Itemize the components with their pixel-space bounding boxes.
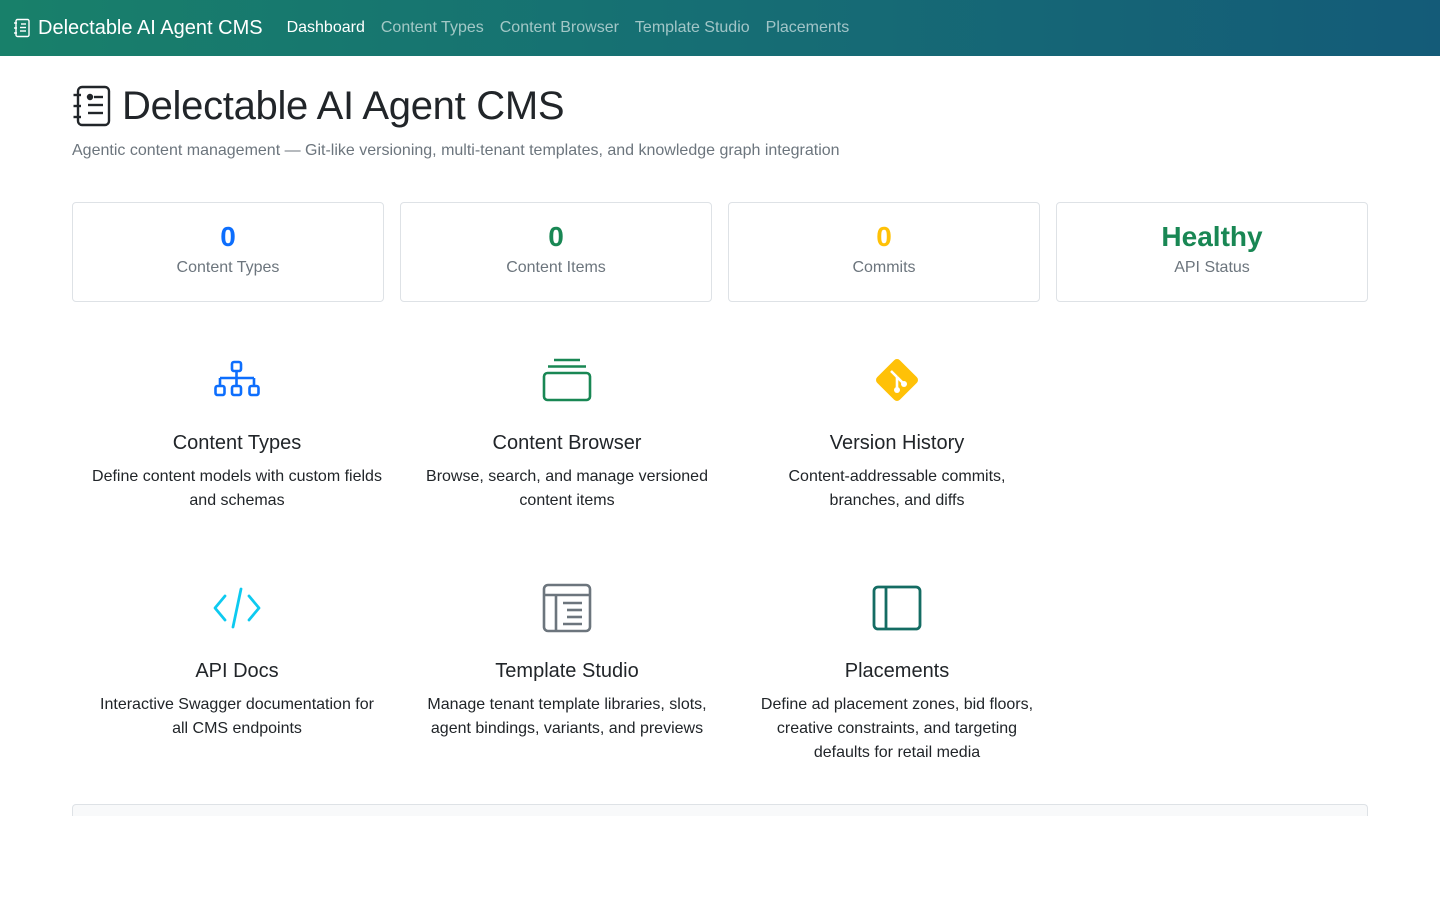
stat-value: 0 — [876, 221, 892, 252]
feature-template-studio[interactable]: Template Studio Manage tenant template l… — [402, 582, 732, 810]
stat-value: 0 — [220, 221, 236, 252]
top-navbar: Delectable AI Agent CMS Dashboard Conten… — [0, 0, 1440, 56]
nav-placements[interactable]: Placements — [758, 19, 858, 37]
feature-description: Content-addressable commits, branches, a… — [788, 468, 1006, 509]
git-icon — [876, 359, 918, 401]
feature-description: Define ad placement zones, bid floors, c… — [760, 696, 1034, 761]
feature-title: Content Types — [172, 432, 302, 454]
code-icon — [213, 587, 261, 629]
stat-card-api-status: Healthy API Status — [1056, 202, 1368, 302]
diagram-icon — [214, 360, 260, 397]
feature-api-docs[interactable]: API Docs Interactive Swagger documentati… — [72, 582, 402, 810]
journal-icon — [73, 85, 111, 127]
feature-description: Interactive Swagger documentation for al… — [100, 696, 374, 737]
brand-name: Delectable AI Agent CMS — [38, 16, 263, 39]
page-title: Delectable AI Agent CMS — [122, 83, 565, 128]
nav-template-studio[interactable]: Template Studio — [627, 19, 758, 37]
collection-icon — [542, 358, 592, 402]
feature-title: Version History — [829, 432, 965, 454]
layout-text-icon — [542, 583, 592, 633]
feature-description: Define content models with custom fields… — [92, 468, 382, 509]
stat-label: Content Types — [176, 259, 280, 276]
feature-content-types[interactable]: Content Types Define content models with… — [72, 354, 402, 582]
main-container: Delectable AI Agent CMS Agentic content … — [72, 56, 1368, 816]
stat-card-content-items: 0 Content Items — [400, 202, 712, 302]
sidebar-icon — [872, 585, 922, 631]
feature-title: API Docs — [195, 660, 279, 682]
stat-card-content-types: 0 Content Types — [72, 202, 384, 302]
feature-description: Manage tenant template libraries, slots,… — [427, 696, 707, 737]
feature-title: Template Studio — [495, 660, 639, 682]
stat-card-commits: 0 Commits — [728, 202, 1040, 302]
feature-title: Placements — [844, 660, 950, 682]
page-subtitle: Agentic content management — Git-like ve… — [72, 142, 840, 159]
nav-dashboard[interactable]: Dashboard — [279, 19, 373, 37]
stat-value: Healthy — [1161, 221, 1263, 252]
brand-link[interactable]: Delectable AI Agent CMS — [12, 17, 263, 40]
page-header: Delectable AI Agent CMS Agentic content … — [72, 56, 1368, 160]
stat-value: 0 — [548, 221, 564, 252]
nav-content-browser[interactable]: Content Browser — [492, 19, 627, 37]
nav-content-types[interactable]: Content Types — [373, 19, 492, 37]
feature-title: Content Browser — [492, 432, 642, 454]
journal-icon — [14, 18, 30, 38]
stat-label: Content Items — [506, 259, 606, 276]
stat-label: API Status — [1174, 259, 1250, 276]
feature-grid: Content Types Define content models with… — [72, 354, 1368, 810]
feature-description: Browse, search, and manage versioned con… — [426, 468, 708, 509]
stats-row: 0 Content Types 0 Content Items 0 Commit… — [72, 202, 1368, 302]
feature-placements[interactable]: Placements Define ad placement zones, bi… — [732, 582, 1062, 810]
feature-content-browser[interactable]: Content Browser Browse, search, and mana… — [402, 354, 732, 582]
bottom-card — [72, 804, 1368, 816]
feature-version-history[interactable]: Version History Content-addressable comm… — [732, 354, 1062, 582]
stat-label: Commits — [852, 259, 916, 276]
